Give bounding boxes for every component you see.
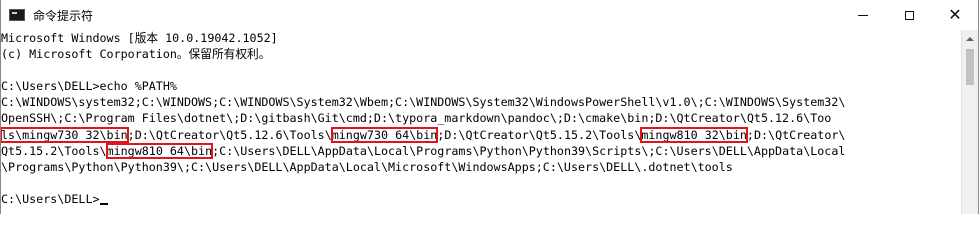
text-cursor: [99, 202, 108, 205]
console-text: ;D:\QtCreator\Qt5.15.2\Tools\: [437, 127, 642, 142]
console-line: OpenSSH\;C:\Program Files\dotnet\;D:\git…: [1, 110, 963, 126]
window-controls: ✕: [840, 0, 978, 30]
highlighted-path-segment: mingw810_64\bin: [105, 142, 214, 159]
highlighted-path-segment: ls\mingw730_32\bin: [1, 126, 129, 143]
console-text: C:\Users\DELL>: [1, 191, 100, 206]
close-icon: ✕: [948, 5, 962, 24]
scrollbar-thumb[interactable]: [966, 49, 974, 85]
console-line: Microsoft Windows [版本 10.0.19042.1052]: [1, 30, 963, 46]
console-line: C:\Users\DELL>: [1, 191, 963, 207]
console-text: OpenSSH\;C:\Program Files\dotnet\;D:\git…: [1, 111, 832, 126]
window-title: 命令提示符: [33, 8, 94, 23]
console-text: Microsoft Windows [版本 10.0.19042.1052]: [1, 31, 278, 45]
console-text: \Programs\Python\Python39\;C:\Users\DELL…: [1, 159, 733, 174]
console-line: ls\mingw730_32\bin;D:\QtCreator\Qt5.12.6…: [1, 126, 963, 143]
console-text: C:\WINDOWS\system32;C:\WINDOWS;C:\WINDOW…: [1, 95, 846, 110]
console-text: ;C:\Users\DELL\AppData\Local\Programs\Py…: [212, 143, 846, 158]
cmd-app-icon: [9, 9, 25, 21]
minimize-icon: [858, 14, 868, 16]
maximize-button[interactable]: [886, 0, 932, 30]
highlighted-path-segment: mingw810_32\bin: [640, 126, 748, 143]
maximize-icon: [904, 10, 914, 20]
console-line: Qt5.15.2\Tools\mingw810_64\bin;C:\Users\…: [1, 142, 963, 159]
console-text: C:\Users\DELL>echo %PATH%: [1, 79, 177, 94]
console-line: C:\Users\DELL>echo %PATH%: [1, 78, 963, 94]
minimize-button[interactable]: [840, 0, 886, 30]
console-text: ;D:\QtCreator\Qt5.12.6\Tools\: [127, 127, 332, 142]
console-line: (c) Microsoft Corporation。保留所有权利。: [1, 46, 963, 62]
console-line: C:\WINDOWS\system32;C:\WINDOWS;C:\WINDOW…: [1, 94, 963, 110]
console-text: (c) Microsoft Corporation。保留所有权利。: [1, 47, 271, 62]
highlighted-path-segment: mingw730_64\bin: [330, 126, 439, 143]
console-output[interactable]: Microsoft Windows [版本 10.0.19042.1052] (c…: [1, 30, 963, 214]
vertical-scrollbar[interactable]: [961, 30, 978, 214]
close-button[interactable]: ✕: [932, 0, 978, 30]
title-bar[interactable]: 命令提示符 ✕: [1, 0, 978, 30]
console-line: \Programs\Python\Python39\;C:\Users\DELL…: [1, 159, 963, 175]
console-text: ;D:\QtCreator\: [746, 127, 846, 142]
scroll-up-arrow-icon[interactable]: [962, 30, 978, 47]
command-prompt-window: 命令提示符 ✕ Microsoft Windows [版本 10.0.19042…: [0, 0, 979, 214]
console-text: Qt5.15.2\Tools\: [1, 143, 107, 158]
